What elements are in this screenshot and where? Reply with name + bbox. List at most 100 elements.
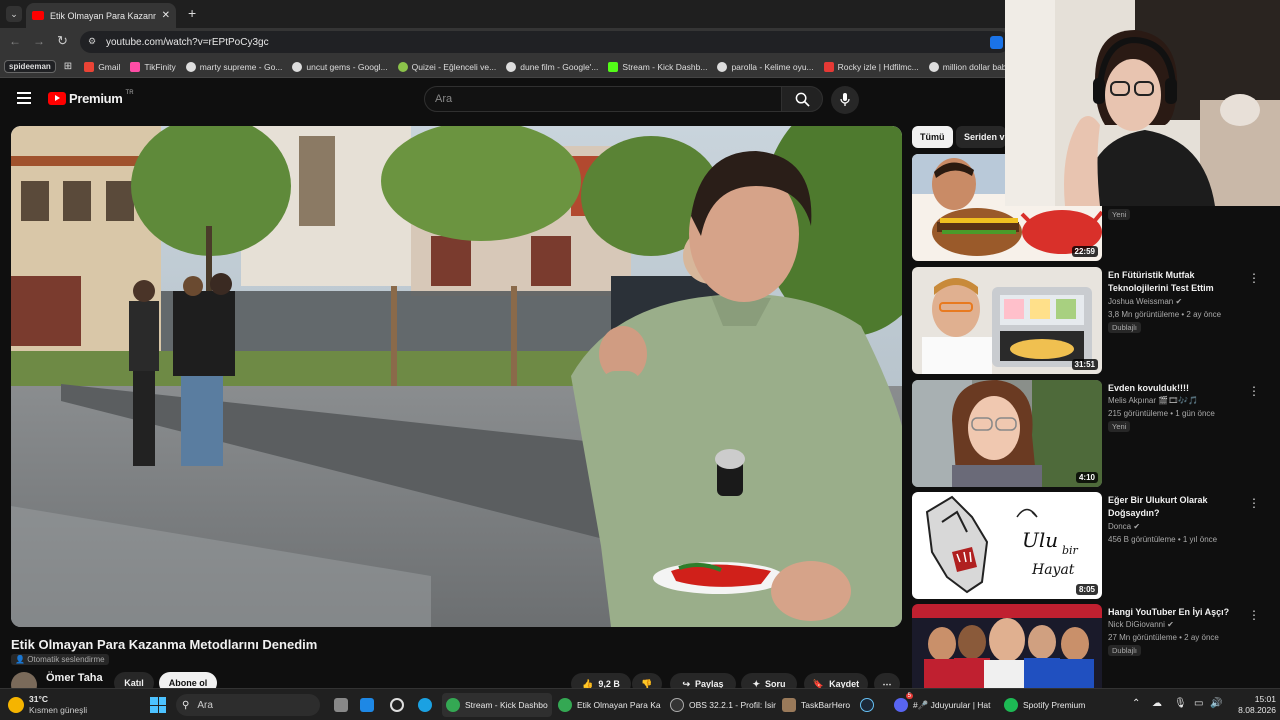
forward-icon[interactable]: → bbox=[33, 34, 45, 48]
tray-chevron-icon[interactable]: ⌃ bbox=[1132, 698, 1140, 709]
google-icon bbox=[928, 61, 939, 72]
recommendation-2[interactable]: 31:51 En Fütüristik Mutfak Teknolojileri… bbox=[912, 267, 1272, 375]
profile-chip[interactable]: spideeman bbox=[4, 60, 56, 73]
onedrive-icon[interactable]: ☁ bbox=[1152, 698, 1162, 709]
verified-icon: ✔ bbox=[1133, 522, 1141, 531]
bookmark-gmail[interactable]: Gmail bbox=[84, 61, 120, 72]
taskbar-app-taskbarhero[interactable]: TaskBarHero bbox=[778, 693, 854, 717]
webcam-overlay bbox=[1005, 0, 1280, 206]
taskbarhero-icon bbox=[782, 698, 796, 712]
apps-grid-icon[interactable]: ⊞ bbox=[64, 61, 72, 72]
thumb-text-ulu: Ulu bbox=[1022, 528, 1059, 552]
more-vertical-icon[interactable]: ⋮ bbox=[1248, 271, 1260, 285]
youtube-favicon-icon bbox=[32, 11, 44, 20]
weather-temp: 31°C bbox=[29, 694, 48, 704]
new-tab-icon[interactable]: + bbox=[188, 5, 196, 21]
channel-name[interactable]: Ömer Taha bbox=[46, 672, 103, 684]
youtube-play-icon bbox=[48, 92, 66, 105]
file-explorer-icon[interactable] bbox=[356, 693, 378, 717]
taskbar-app-discord[interactable]: 5 #🎤 Jduyurular | Hat bbox=[890, 693, 995, 717]
thumbnail-image bbox=[912, 380, 1102, 487]
search-icon bbox=[795, 92, 810, 107]
kick-icon bbox=[608, 61, 619, 72]
edge-icon[interactable] bbox=[414, 693, 436, 717]
recommendation-4[interactable]: Ulu bir Hayat 8:05 Eğer Bir Ulukurt Olar… bbox=[912, 492, 1272, 600]
taskbar-search[interactable]: ⚲ Ara bbox=[176, 694, 320, 716]
bookmark-uncut[interactable]: uncut gems - Googl... bbox=[292, 61, 388, 72]
more-vertical-icon[interactable]: ⋮ bbox=[1248, 496, 1260, 510]
hamburger-menu-icon[interactable] bbox=[17, 92, 31, 104]
bookmark-rocky[interactable]: Rocky izle | Hdfilmc... bbox=[823, 61, 919, 72]
voice-search-button[interactable] bbox=[831, 86, 859, 114]
taskbar-app-spotify[interactable]: Spotify Premium bbox=[1000, 693, 1089, 717]
duration-badge: 4:10 bbox=[1075, 472, 1098, 483]
browser-tab-active[interactable]: Etik Olmayan Para Kazanma Me... ✕ bbox=[26, 3, 176, 28]
video-title: Hangi YouTuber En İyi Aşçı? bbox=[1108, 607, 1230, 617]
tikfinity-icon bbox=[130, 61, 141, 72]
search-input[interactable]: Ara bbox=[424, 86, 782, 112]
chip-series[interactable]: Seriden vi bbox=[956, 126, 1006, 148]
taskbar-app-chrome-youtube[interactable]: Etik Olmayan Para Ka bbox=[554, 693, 665, 717]
video-meta: 215 görüntüleme • 1 gün önce bbox=[1108, 409, 1215, 418]
volume-icon[interactable]: 🔊 bbox=[1210, 698, 1222, 709]
channel-name: Joshua Weissman ✔ bbox=[1108, 297, 1183, 306]
clock[interactable]: 15:01 8.08.2026 bbox=[1226, 694, 1276, 716]
taskbar-app-chrome-kick[interactable]: Stream - Kick Dashbo bbox=[442, 693, 552, 717]
hdfilm-icon bbox=[823, 61, 834, 72]
more-vertical-icon[interactable]: ⋮ bbox=[1248, 608, 1260, 622]
tab-close-icon[interactable]: ✕ bbox=[162, 10, 170, 21]
gmail-icon bbox=[84, 61, 95, 72]
google-icon bbox=[292, 61, 303, 72]
video-meta: 3,8 Mn görüntüleme • 2 ay önce bbox=[1108, 310, 1222, 319]
chatgpt-icon[interactable] bbox=[386, 693, 408, 717]
new-badge: Yeni bbox=[1108, 421, 1131, 432]
back-icon[interactable]: ← bbox=[9, 34, 21, 48]
recommendation-5[interactable]: Hangi YouTuber En İyi Aşçı? Nick DiGiova… bbox=[912, 604, 1272, 688]
task-view-icon[interactable] bbox=[330, 693, 352, 717]
search-icon: ⚲ bbox=[182, 699, 190, 711]
bookmark-marty[interactable]: marty supreme - Go... bbox=[185, 61, 282, 72]
address-input[interactable]: ⚙ youtube.com/watch?v=rEPtPoCy3gc bbox=[80, 31, 1010, 53]
thumbnail-5[interactable] bbox=[912, 604, 1102, 688]
bookmark-dune[interactable]: dune film - Google'... bbox=[506, 61, 598, 72]
logo-region: TR bbox=[125, 89, 134, 96]
url-text: youtube.com/watch?v=rEPtPoCy3gc bbox=[106, 36, 269, 48]
reload-icon[interactable]: ↻ bbox=[57, 33, 68, 49]
steam-icon[interactable] bbox=[856, 693, 878, 717]
search-button[interactable] bbox=[781, 86, 823, 112]
display-icon[interactable]: ▭ bbox=[1194, 698, 1203, 709]
chip-all[interactable]: Tümü bbox=[912, 126, 953, 148]
thumbnail-3[interactable]: 4:10 bbox=[912, 380, 1102, 487]
microphone-icon bbox=[840, 93, 850, 106]
video-title: Etik Olmayan Para Kazanma Metodlarını De… bbox=[11, 637, 318, 652]
dubbed-badge: Dublajlı bbox=[1108, 322, 1142, 333]
tab-list-chevron-icon[interactable]: ⌄ bbox=[6, 6, 22, 22]
bookmark-tikfinity[interactable]: TikFinity bbox=[130, 61, 176, 72]
bookmark-quizei[interactable]: Quizei - Eğlenceli ve... bbox=[397, 61, 496, 72]
clock-date: 8.08.2026 bbox=[1238, 705, 1276, 715]
microphone-icon[interactable]: 🎙 bbox=[1174, 698, 1187, 709]
windows-start-icon[interactable] bbox=[150, 697, 166, 713]
parolla-icon bbox=[717, 61, 728, 72]
weather-widget[interactable]: 31°C Kısmen güneşli bbox=[8, 694, 87, 716]
channel-name: Nick DiGiovanni ✔ bbox=[1108, 620, 1174, 629]
video-player[interactable] bbox=[11, 126, 902, 627]
site-info-icon[interactable]: ⚙ bbox=[88, 36, 96, 47]
thumbnail-2[interactable]: 31:51 bbox=[912, 267, 1102, 374]
recommendation-3[interactable]: 4:10 Evden kovulduk!!!! Melis Akpınar 🎬🎞… bbox=[912, 380, 1272, 488]
bookmark-parolla[interactable]: parolla - Kelime oyu... bbox=[717, 61, 814, 72]
video-title: Evden kovulduk!!!! bbox=[1108, 383, 1190, 393]
bookmark-kick[interactable]: Stream - Kick Dashb... bbox=[608, 61, 707, 72]
quizei-icon bbox=[397, 61, 408, 72]
thumbnail-image bbox=[912, 267, 1102, 374]
taskbar-app-obs[interactable]: OBS 32.2.1 - Profil: İsir bbox=[666, 693, 780, 717]
more-vertical-icon[interactable]: ⋮ bbox=[1248, 384, 1260, 398]
obs-icon bbox=[670, 698, 684, 712]
video-meta: 27 Mn görüntüleme • 2 ay önce bbox=[1108, 633, 1219, 642]
youtube-logo[interactable]: Premium TR bbox=[48, 89, 134, 106]
duration-badge: 22:59 bbox=[1071, 246, 1098, 257]
tab-title: Etik Olmayan Para Kazanma Me... bbox=[50, 10, 156, 21]
thumb-text-hayat: Hayat bbox=[1032, 562, 1075, 578]
thumbnail-4[interactable]: Ulu bir Hayat 8:05 bbox=[912, 492, 1102, 599]
translate-icon[interactable] bbox=[990, 36, 1003, 49]
